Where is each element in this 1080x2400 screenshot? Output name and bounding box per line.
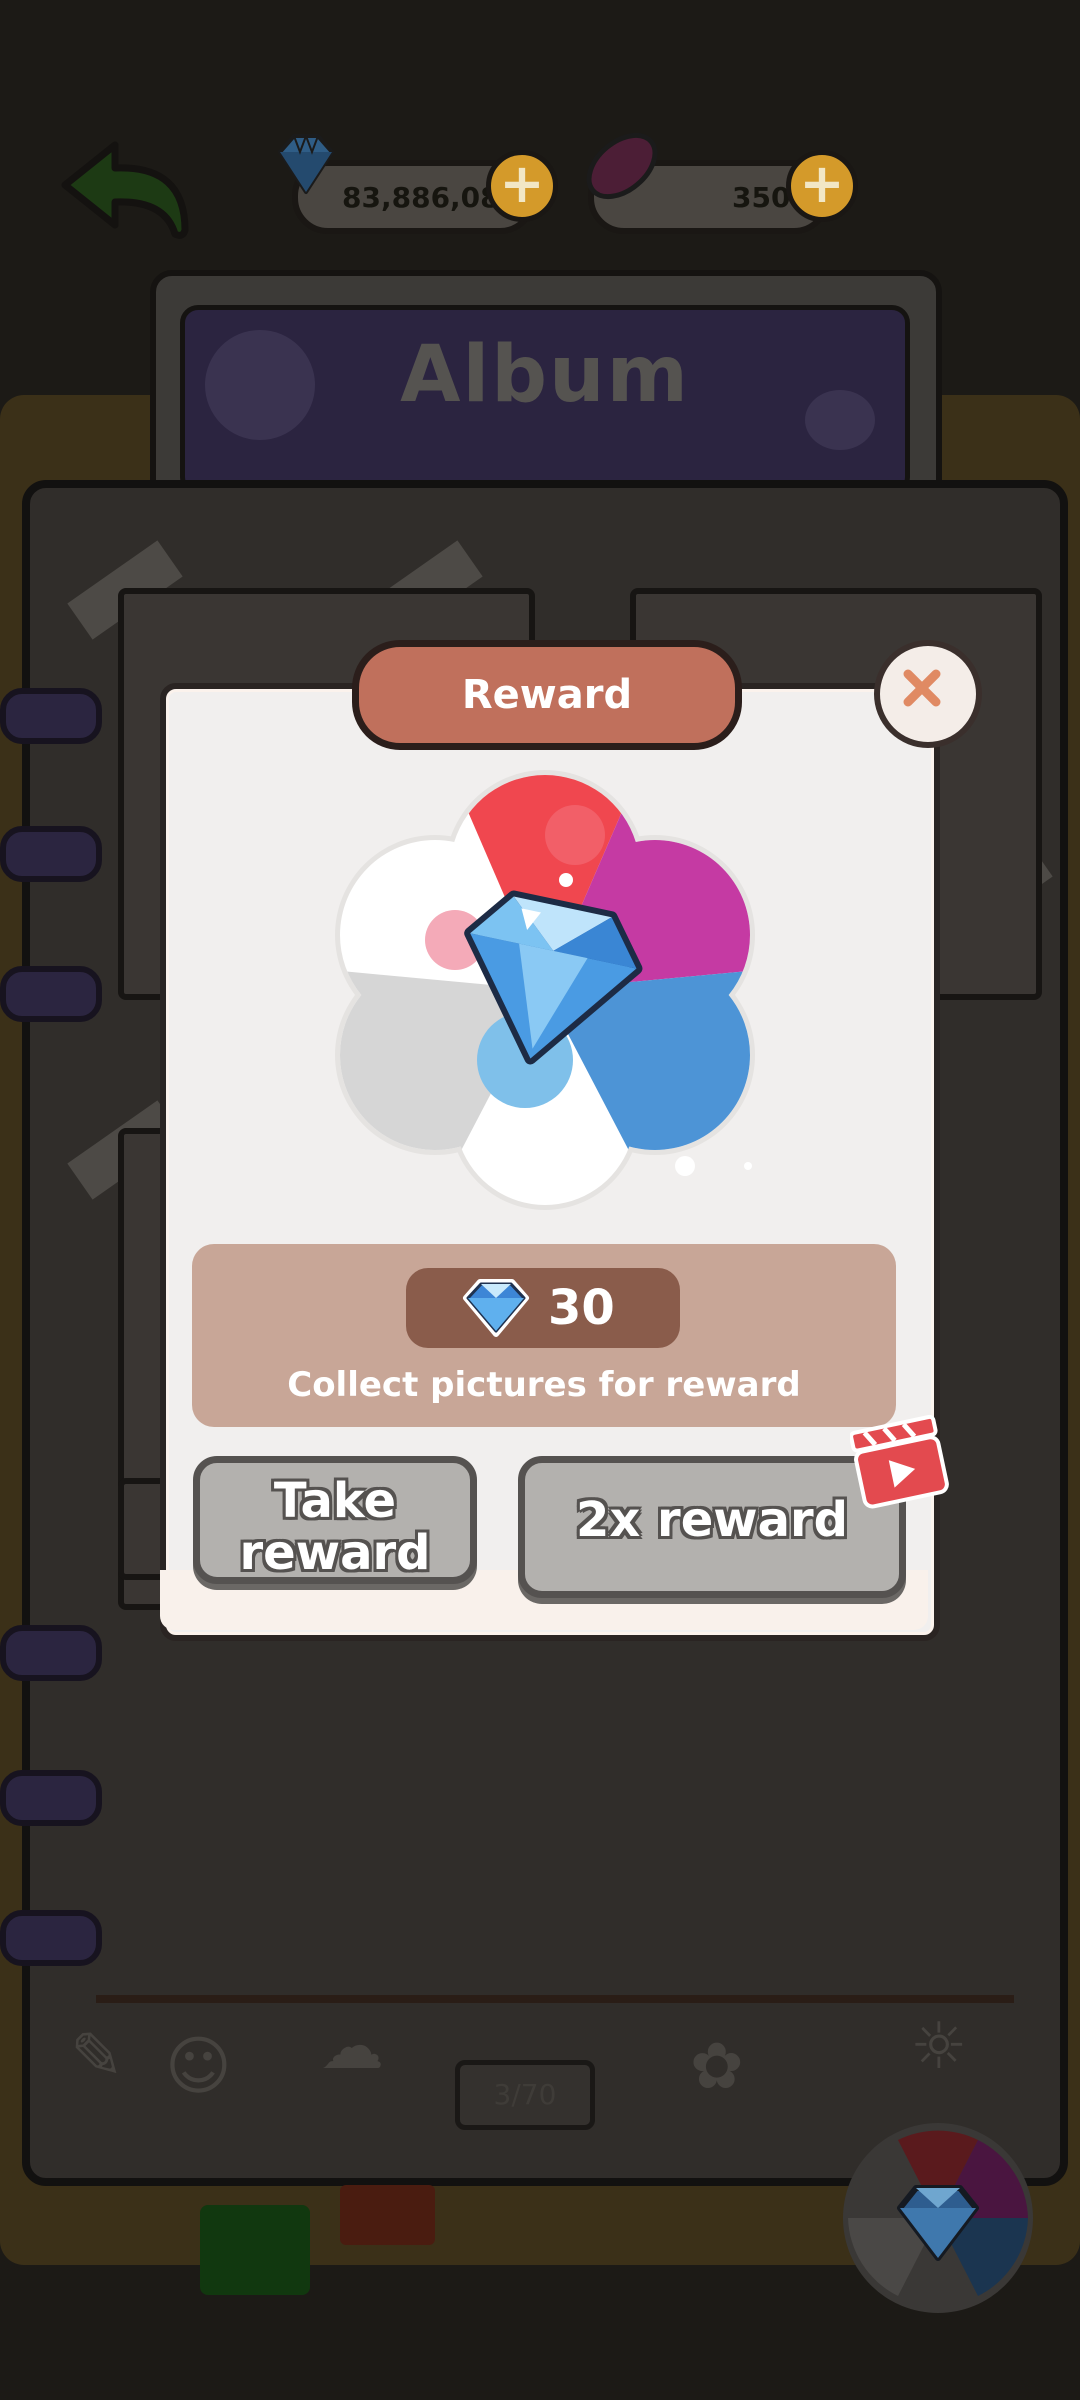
add-gems-button[interactable]: + [486,150,558,222]
add-potato-button[interactable]: + [786,150,858,222]
potato-value: 350 [732,181,791,214]
pencil-doodle-icon: ✎ [70,2020,124,2094]
take-reward-button[interactable]: Take reward [193,1456,477,1584]
clapperboard-video-icon [850,1414,949,1509]
diamond-icon [278,133,334,194]
reward-description: Collect pictures for reward [287,1365,801,1405]
album-title: Album [400,330,690,420]
diamond-icon [463,1279,529,1337]
dialog-title: Reward [352,640,742,750]
binder-ring [0,826,102,882]
page-divider [96,1995,1014,2003]
binder-ring [0,966,102,1022]
binder-ring [0,1910,102,1966]
sweet-potato-icon [586,132,658,200]
reward-flower-badge [335,770,755,1210]
close-icon [903,669,941,707]
album-banner: Album [180,305,910,495]
reward-amount-pill [406,1268,680,1348]
reward-amount: 30 [548,1280,615,1336]
binder-ring [0,1770,102,1826]
flower-doodle-icon: ✿ [690,2030,744,2104]
red-bookmark [340,2185,435,2245]
binder-ring [0,688,102,744]
binder-ring [0,1625,102,1681]
take-reward-label-line1: Take [273,1473,397,1529]
back-arrow-icon[interactable] [55,130,195,250]
green-bookmark [200,2205,310,2295]
page-counter: 3/70 [455,2060,595,2130]
take-reward-label-line2: reward [239,1525,431,1581]
cat-doodle-icon: ☺ [165,2030,232,2104]
reward-badge-shortcut[interactable] [838,2118,1038,2318]
sun-doodle-icon: ☼ [910,2010,968,2084]
double-reward-button[interactable]: 2x reward [518,1456,906,1598]
cloud-doodle-icon: ☁ [320,2010,384,2084]
close-button[interactable] [874,640,982,748]
